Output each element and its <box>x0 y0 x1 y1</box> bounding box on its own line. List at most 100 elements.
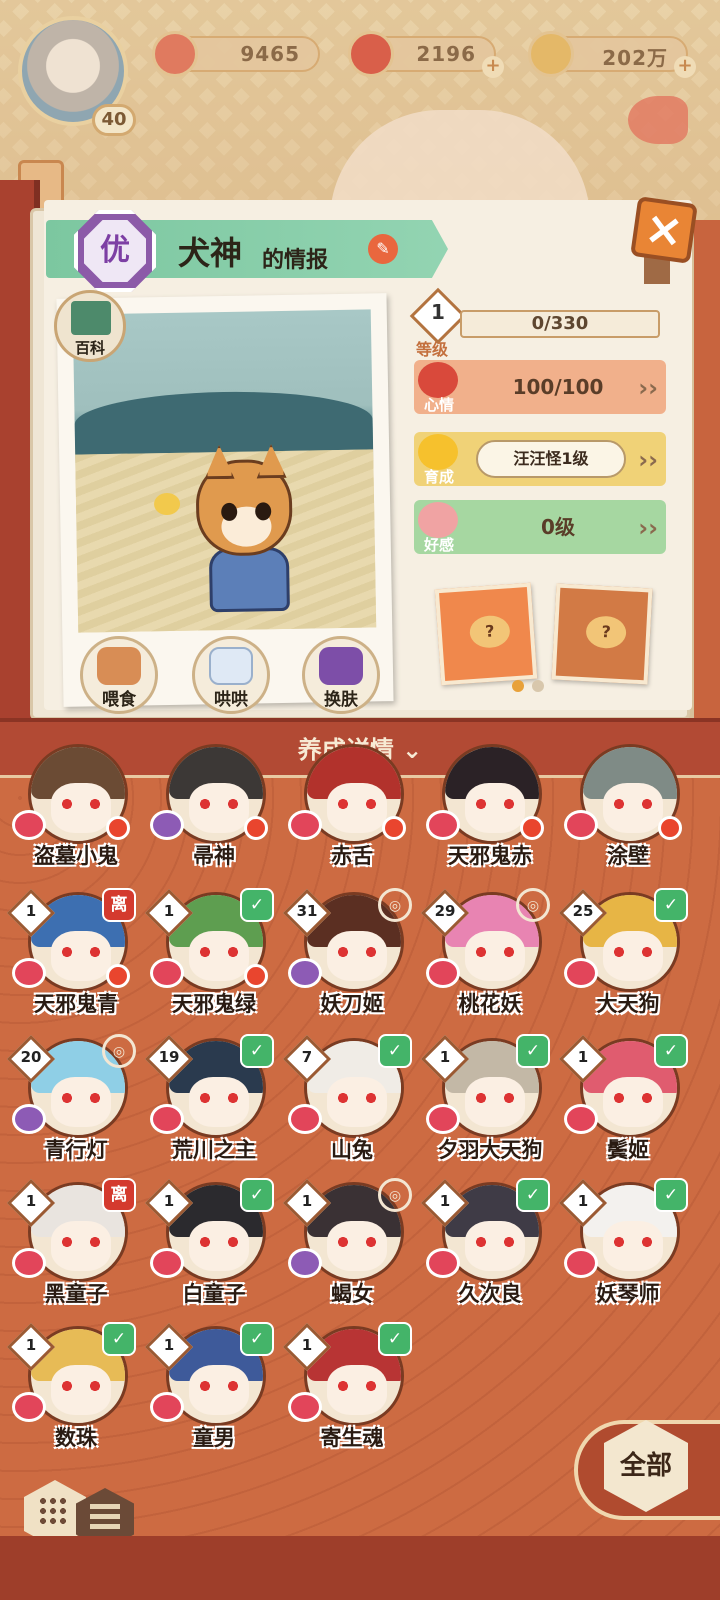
shikigami-card[interactable]: 1 ✓ 数珠 <box>6 1322 138 1476</box>
locked-card[interactable]: ? <box>434 582 538 686</box>
shikigami-card[interactable]: 1 ◎ 蝎女 <box>282 1178 414 1332</box>
bond-icon: ◎ <box>102 1034 136 1068</box>
growth-row[interactable]: 育成 汪汪怪1级 ›› <box>414 432 666 486</box>
check-icon: ✓ <box>654 1034 688 1068</box>
portrait-eyes <box>199 1093 239 1103</box>
shikigami-name: 盗墓小鬼 <box>34 844 118 868</box>
portrait-eyes <box>61 947 101 957</box>
inugami-character[interactable] <box>195 459 293 557</box>
shikigami-card[interactable]: 29 ◎ 桃花妖 <box>420 888 552 1042</box>
portrait-eyes <box>61 799 101 809</box>
shikigami-name: 帚神 <box>193 844 235 868</box>
shikigami-card[interactable]: 20 ◎ 青行灯 <box>6 1034 138 1188</box>
player-level-badge: 40 <box>92 104 136 136</box>
heart-icon <box>564 958 598 988</box>
shikigami-card[interactable]: 1 ✓ 夕羽大天狗 <box>420 1034 552 1188</box>
chevron-right-icon: ›› <box>638 374 658 402</box>
shikigami-card[interactable]: 25 ✓ 大天狗 <box>558 888 690 1042</box>
skin-label: 换肤 <box>324 690 358 710</box>
mood-row[interactable]: 心情 100/100 ›› <box>414 360 666 414</box>
resource-gold[interactable]: 202万 + <box>528 31 696 78</box>
shikigami-level: 20 <box>20 1048 42 1066</box>
resource-magatama[interactable]: 2196 + <box>348 31 504 78</box>
portrait-eyes <box>199 799 239 809</box>
player-avatar[interactable]: 40 <box>8 14 136 136</box>
heart-icon <box>12 1392 46 1422</box>
chevron-right-icon: ›› <box>638 514 658 542</box>
heart-icon <box>426 1104 460 1134</box>
heart-icon <box>150 1104 184 1134</box>
shikigami-level: 7 <box>301 1048 313 1066</box>
inugami-body <box>208 546 290 613</box>
shikigami-card[interactable]: 1 ✓ 童男 <box>144 1322 276 1476</box>
shikigami-card[interactable]: 1 ✓ 妖琴师 <box>558 1178 690 1332</box>
shikigami-card[interactable]: 19 ✓ 荒川之主 <box>144 1034 276 1188</box>
shikigami-name: 夕羽大天狗 <box>437 1138 543 1162</box>
heart-icon <box>288 1104 322 1134</box>
resource-flower-coin[interactable]: 9465 <box>152 31 320 77</box>
shikigami-name: 寄生魂 <box>320 1426 384 1450</box>
shikigami-card[interactable]: 31 ◎ 妖刀姬 <box>282 888 414 1042</box>
shikigami-level: 1 <box>439 1048 451 1066</box>
notification-dot <box>382 816 406 840</box>
portrait-eyes <box>613 799 653 809</box>
heart-icon <box>426 958 460 988</box>
grid-icon <box>38 1496 68 1526</box>
shikigami-card[interactable]: 天邪鬼赤 <box>426 744 552 894</box>
heart-icon <box>564 1248 598 1278</box>
shikigami-level: 1 <box>25 1336 37 1354</box>
gold-coin-icon <box>528 31 574 77</box>
heart-icon <box>426 1248 460 1278</box>
portrait-eyes <box>613 947 653 957</box>
shikigami-level: 31 <box>296 902 318 920</box>
resource-value: 2196 <box>416 42 476 66</box>
shikigami-card[interactable]: 1 ✓ 天邪鬼绿 <box>144 888 276 1042</box>
portrait-eyes <box>337 947 377 957</box>
shikigami-name: 天邪鬼赤 <box>448 844 532 868</box>
list-icon <box>90 1504 120 1534</box>
shikigami-card[interactable]: 帚神 <box>150 744 276 894</box>
close-button[interactable]: × <box>630 196 698 264</box>
shikigami-card[interactable]: 涂壁 <box>564 744 690 894</box>
shikigami-card[interactable]: 7 ✓ 山兔 <box>282 1034 414 1188</box>
add-gold-button[interactable]: + <box>674 56 696 78</box>
favor-label: 好感 <box>423 536 454 554</box>
add-magatama-button[interactable]: + <box>482 56 504 78</box>
shikigami-card[interactable]: 1 ✓ 白童子 <box>144 1178 276 1332</box>
locked-card[interactable]: ? <box>551 583 653 685</box>
check-icon: ✓ <box>240 1322 274 1356</box>
coax-label: 哄哄 <box>214 690 248 710</box>
growth-value: 汪汪怪1级 <box>476 440 626 478</box>
shikigami-level: 1 <box>163 902 175 920</box>
page-dot-active <box>512 680 524 692</box>
pencil-icon[interactable]: ✎ <box>368 234 398 264</box>
heart-icon <box>564 1104 598 1134</box>
shikigami-name: 桃花妖 <box>458 992 522 1016</box>
shikigami-name: 青行灯 <box>44 1138 108 1162</box>
shikigami-card[interactable]: 1 ✓ 鬓姬 <box>558 1034 690 1188</box>
bottom-strip <box>0 1536 720 1600</box>
skin-button[interactable]: 换肤 <box>302 636 380 714</box>
shikigami-card[interactable]: 赤舌 <box>288 744 414 894</box>
shikigami-card[interactable]: 1 ✓ 寄生魂 <box>282 1322 414 1476</box>
growth-label: 育成 <box>423 468 454 486</box>
check-icon: ✓ <box>240 1178 274 1212</box>
shikigami-card[interactable]: 1 ✓ 久次良 <box>420 1178 552 1332</box>
feed-button[interactable]: 喂食 <box>80 636 158 714</box>
heart-icon <box>150 1248 184 1278</box>
notification-dot <box>244 816 268 840</box>
encyclopedia-button[interactable]: 百科 <box>54 290 126 362</box>
shikigami-card[interactable]: 盗墓小鬼 <box>12 744 138 894</box>
away-badge: 离 <box>102 1178 136 1212</box>
notification-dot <box>244 964 268 988</box>
shikigami-name: 童男 <box>193 1426 235 1450</box>
shikigami-card[interactable]: 1 离天邪鬼青 <box>6 888 138 1042</box>
shikigami-card[interactable]: 1 离黑童子 <box>6 1178 138 1332</box>
favor-row[interactable]: 好感 0级 ›› <box>414 500 666 554</box>
shikigami-name: 黑童子 <box>44 1282 108 1306</box>
mood-value: 100/100 <box>512 375 604 399</box>
shikigami-name: 涂壁 <box>607 844 649 868</box>
coax-button[interactable]: 哄哄 <box>192 636 270 714</box>
shikigami-name: 天邪鬼青 <box>34 992 118 1016</box>
heart-icon <box>12 958 46 988</box>
